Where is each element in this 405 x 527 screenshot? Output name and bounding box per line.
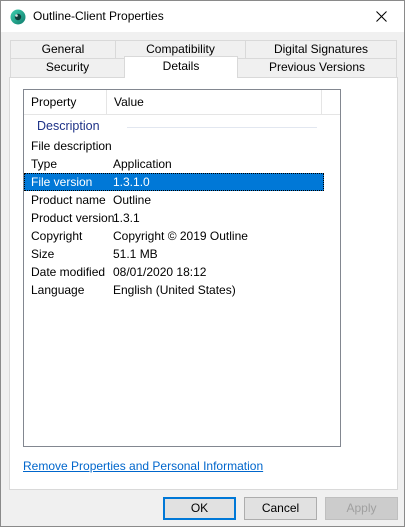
list-item[interactable]: Size 51.1 MB — [24, 245, 324, 263]
property-value: Application — [113, 157, 172, 171]
tab-general[interactable]: General — [10, 40, 116, 59]
property-name: File description — [31, 139, 112, 153]
list-item[interactable]: File description — [24, 137, 324, 155]
list-item[interactable]: Type Application — [24, 155, 324, 173]
tab-label: Digital Signatures — [273, 42, 369, 56]
list-item[interactable]: Date modified 08/01/2020 18:12 — [24, 263, 324, 281]
property-value: 08/01/2020 18:12 — [113, 265, 207, 279]
property-value: 51.1 MB — [113, 247, 158, 261]
tab-label: Previous Versions — [268, 60, 366, 74]
list-item-selected[interactable]: File version 1.3.1.0 — [24, 173, 324, 191]
list-item[interactable]: Product name Outline — [24, 191, 324, 209]
property-name: Copyright — [31, 229, 83, 243]
tab-previous-versions[interactable]: Previous Versions — [237, 58, 397, 78]
cancel-label: Cancel — [261, 501, 300, 515]
properties-dialog: Outline-Client Properties General Compat… — [0, 0, 405, 527]
window-title: Outline-Client Properties — [33, 9, 164, 23]
group-divider — [127, 127, 317, 128]
list-item[interactable]: Language English (United States) — [24, 281, 324, 299]
ok-label: OK — [190, 501, 209, 515]
list-item[interactable]: Copyright Copyright © 2019 Outline — [24, 227, 324, 245]
cancel-button[interactable]: Cancel — [244, 497, 317, 520]
property-value: Copyright © 2019 Outline — [113, 229, 248, 243]
property-name: Product name — [31, 193, 106, 207]
group-header-description[interactable]: Description — [24, 118, 340, 136]
tab-security[interactable]: Security — [10, 58, 125, 78]
property-value: English (United States) — [113, 283, 236, 297]
property-value: 1.3.1.0 — [113, 175, 150, 189]
property-name: Date modified — [31, 265, 106, 279]
details-list[interactable]: Property Value Description File descript… — [23, 89, 341, 447]
remove-properties-link[interactable]: Remove Properties and Personal Informati… — [23, 459, 263, 473]
tab-digital-signatures[interactable]: Digital Signatures — [245, 40, 397, 59]
title-bar: Outline-Client Properties — [1, 1, 404, 32]
close-icon — [376, 11, 387, 22]
list-item[interactable]: Product version 1.3.1 — [24, 209, 324, 227]
property-name: File version — [31, 175, 93, 189]
outline-app-icon — [10, 9, 26, 25]
property-name: Type — [31, 157, 58, 171]
apply-button[interactable]: Apply — [325, 497, 398, 520]
column-header-value[interactable]: Value — [107, 90, 321, 115]
column-separator[interactable] — [321, 90, 322, 115]
column-header-property[interactable]: Property — [24, 90, 106, 115]
property-name: Size — [31, 247, 55, 261]
tab-label: Security — [45, 60, 90, 74]
tab-label: Compatibility — [146, 42, 215, 56]
property-value: 1.3.1 — [113, 211, 140, 225]
tab-label: General — [41, 42, 85, 56]
list-header: Property Value — [24, 90, 340, 115]
property-name: Product version — [31, 211, 115, 225]
tab-details[interactable]: Details — [124, 56, 238, 78]
group-label: Description — [37, 119, 100, 133]
property-value: Outline — [113, 193, 152, 207]
property-name: Language — [31, 283, 85, 297]
close-button[interactable] — [359, 1, 404, 32]
ok-button[interactable]: OK — [163, 497, 236, 520]
tab-label: Details — [162, 59, 200, 73]
apply-label: Apply — [346, 501, 377, 515]
